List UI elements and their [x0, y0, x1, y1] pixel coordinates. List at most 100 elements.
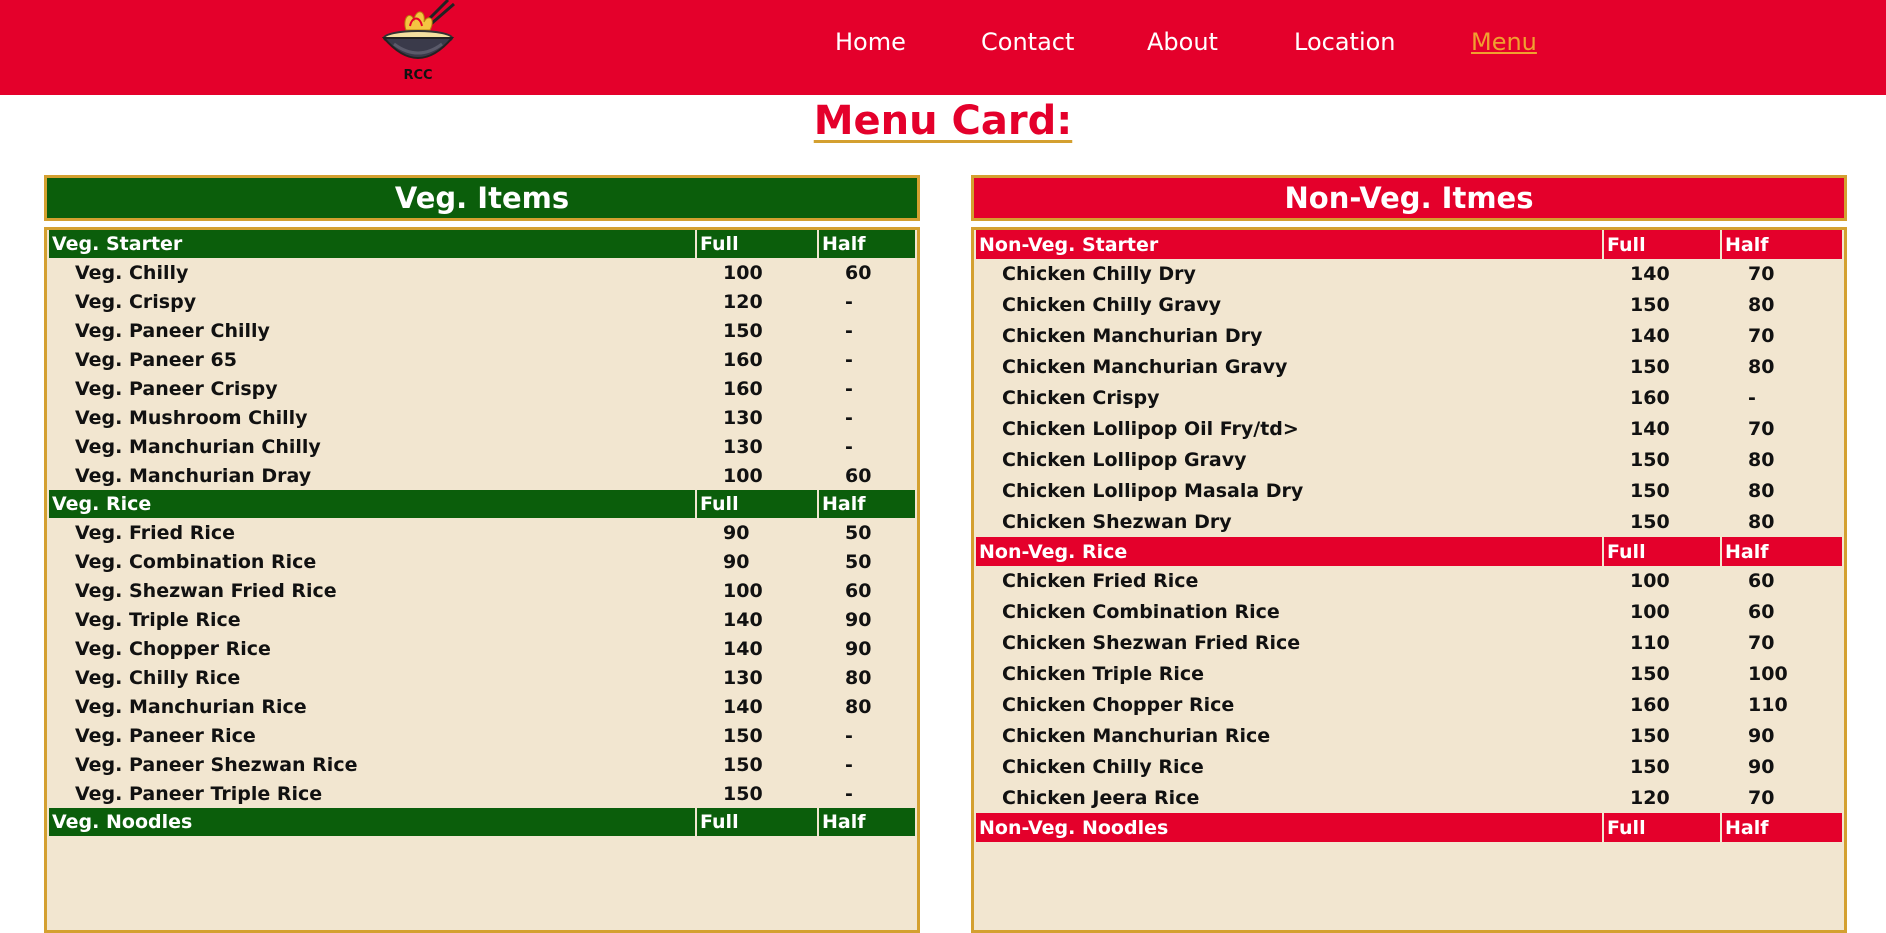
item-price-half: 90 — [845, 637, 872, 660]
item-price-full: 120 — [723, 290, 763, 313]
item-price-full: 140 — [1630, 325, 1670, 348]
menu-item-row: Veg. Manchurian Chilly 130 - — [49, 432, 915, 461]
menu-item-row: Chicken Manchurian Gravy 150 80 — [976, 352, 1842, 383]
item-price-half: 90 — [1748, 724, 1775, 747]
section-title: Veg. Rice — [49, 490, 697, 518]
menu-item-row: Veg. Paneer Chilly 150 - — [49, 316, 915, 345]
menu-item-row: Chicken Lollipop Masala Dry 150 80 — [976, 475, 1842, 506]
item-price-full: 100 — [723, 579, 763, 602]
section-header-row: Non-Veg. Starter Full Half — [976, 230, 1842, 259]
item-name: Chicken Triple Rice — [1002, 663, 1205, 686]
full-column-header: Full — [697, 230, 819, 258]
item-name: Chicken Chilly Dry — [1002, 263, 1196, 286]
item-name: Chicken Lollipop Gravy — [1002, 448, 1247, 471]
item-name: Veg. Fried Rice — [75, 521, 236, 544]
item-price-full: 150 — [1630, 479, 1670, 502]
menu-item-row: Chicken Triple Rice 150 100 — [976, 659, 1842, 690]
item-price-full: 120 — [1630, 786, 1670, 809]
nav-home[interactable]: Home — [835, 28, 906, 56]
item-price-full: 150 — [1630, 663, 1670, 686]
item-price-half: 80 — [1748, 448, 1775, 471]
item-price-full: 150 — [723, 782, 763, 805]
nav-contact[interactable]: Contact — [981, 28, 1074, 56]
half-column-header: Half — [1722, 813, 1842, 843]
menu-item-row: Chicken Crispy 160 - — [976, 383, 1842, 414]
item-price-half: 70 — [1748, 263, 1775, 286]
nonveg-panel: Non-Veg. Itmes Non-Veg. Starter Full Half C… — [971, 175, 1847, 933]
nonveg-menu-table: Non-Veg. Starter Full Half Chicken Chilly D… — [976, 230, 1842, 843]
menu-item-row: Veg. Paneer Shezwan Rice 150 - — [49, 750, 915, 779]
item-price-half: - — [845, 406, 853, 429]
item-name: Veg. Combination Rice — [75, 550, 317, 573]
item-name: Chicken Lollipop Oil Fry/td> — [1002, 417, 1299, 440]
item-price-full: 150 — [1630, 448, 1670, 471]
item-price-full: 140 — [1630, 417, 1670, 440]
item-name: Veg. Triple Rice — [75, 608, 241, 631]
item-name: Veg. Chilly Rice — [75, 666, 241, 689]
item-price-half: 80 — [845, 695, 872, 718]
item-price-half: 60 — [845, 579, 872, 602]
item-name: Veg. Manchurian Chilly — [75, 435, 321, 458]
menu-item-row: Chicken Chilly Rice 150 90 — [976, 751, 1842, 782]
half-column-header: Half — [819, 490, 915, 518]
half-column-header: Half — [819, 808, 915, 836]
item-price-full: 150 — [723, 319, 763, 342]
menu-item-row: Chicken Combination Rice 100 60 — [976, 597, 1842, 628]
menu-item-row: Veg. Manchurian Dray 100 60 — [49, 461, 915, 490]
menu-item-row: Chicken Shezwan Fried Rice 110 70 — [976, 628, 1842, 659]
item-name: Chicken Chilly Gravy — [1002, 294, 1221, 317]
menu-item-row: Veg. Triple Rice 140 90 — [49, 605, 915, 634]
item-price-full: 140 — [723, 637, 763, 660]
item-price-full: 160 — [1630, 694, 1670, 717]
veg-menu-box: Veg. Starter Full Half Veg. Chilly 100 60 Veg.… — [44, 227, 920, 933]
menu-item-row: Chicken Shezwan Dry 150 80 — [976, 506, 1842, 537]
logo-text: RCC — [403, 68, 433, 83]
section-title: Non-Veg. Starter — [976, 230, 1604, 259]
item-price-full: 150 — [723, 724, 763, 747]
item-name: Chicken Fried Rice — [1002, 570, 1199, 593]
main-nav: Home Contact About Location Menu — [0, 28, 1886, 64]
item-price-half: 110 — [1748, 694, 1788, 717]
menu-item-row: Veg. Paneer Triple Rice 150 - — [49, 779, 915, 808]
item-name: Veg. Mushroom Chilly — [75, 406, 308, 429]
nav-location[interactable]: Location — [1294, 28, 1396, 56]
section-title: Non-Veg. Noodles — [976, 813, 1604, 843]
section-header-row: Non-Veg. Rice Full Half — [976, 537, 1842, 567]
veg-menu-table: Veg. Starter Full Half Veg. Chilly 100 60 Veg.… — [49, 230, 915, 836]
section-header-row: Veg. Rice Full Half — [49, 490, 915, 518]
item-price-full: 100 — [1630, 570, 1670, 593]
item-price-full: 130 — [723, 435, 763, 458]
item-name: Veg. Manchurian Dray — [75, 464, 312, 487]
section-header-row: Non-Veg. Noodles Full Half — [976, 813, 1842, 843]
item-name: Chicken Manchurian Rice — [1002, 724, 1271, 747]
nav-menu[interactable]: Menu — [1471, 28, 1537, 56]
item-name: Chicken Shezwan Fried Rice — [1002, 632, 1301, 655]
item-price-half: 80 — [1748, 294, 1775, 317]
item-name: Veg. Chilly — [75, 261, 189, 284]
item-price-half: - — [845, 782, 853, 805]
item-price-half: 70 — [1748, 632, 1775, 655]
item-price-full: 130 — [723, 666, 763, 689]
item-name: Chicken Chopper Rice — [1002, 694, 1235, 717]
item-price-half: 50 — [845, 521, 872, 544]
item-name: Veg. Paneer Crispy — [75, 377, 278, 400]
menu-item-row: Veg. Fried Rice 90 50 — [49, 518, 915, 547]
veg-panel-title: Veg. Items — [44, 175, 920, 221]
item-price-full: 150 — [1630, 294, 1670, 317]
item-price-half: - — [845, 753, 853, 776]
item-price-half: - — [1748, 387, 1756, 409]
menu-item-row: Veg. Paneer Rice 150 - — [49, 721, 915, 750]
page-title: Menu Card: — [813, 98, 1073, 144]
item-price-full: 150 — [1630, 755, 1670, 778]
item-price-full: 160 — [723, 348, 763, 371]
item-name: Veg. Chopper Rice — [75, 637, 271, 660]
item-price-full: 90 — [723, 521, 750, 544]
item-price-full: 110 — [1630, 632, 1670, 655]
full-column-header: Full — [697, 490, 819, 518]
item-name: Veg. Paneer 65 — [75, 348, 237, 371]
item-price-half: - — [845, 377, 853, 400]
item-price-half: - — [845, 319, 853, 342]
item-name: Veg. Crispy — [75, 290, 197, 313]
item-price-half: - — [845, 724, 853, 747]
nav-about[interactable]: About — [1147, 28, 1218, 56]
